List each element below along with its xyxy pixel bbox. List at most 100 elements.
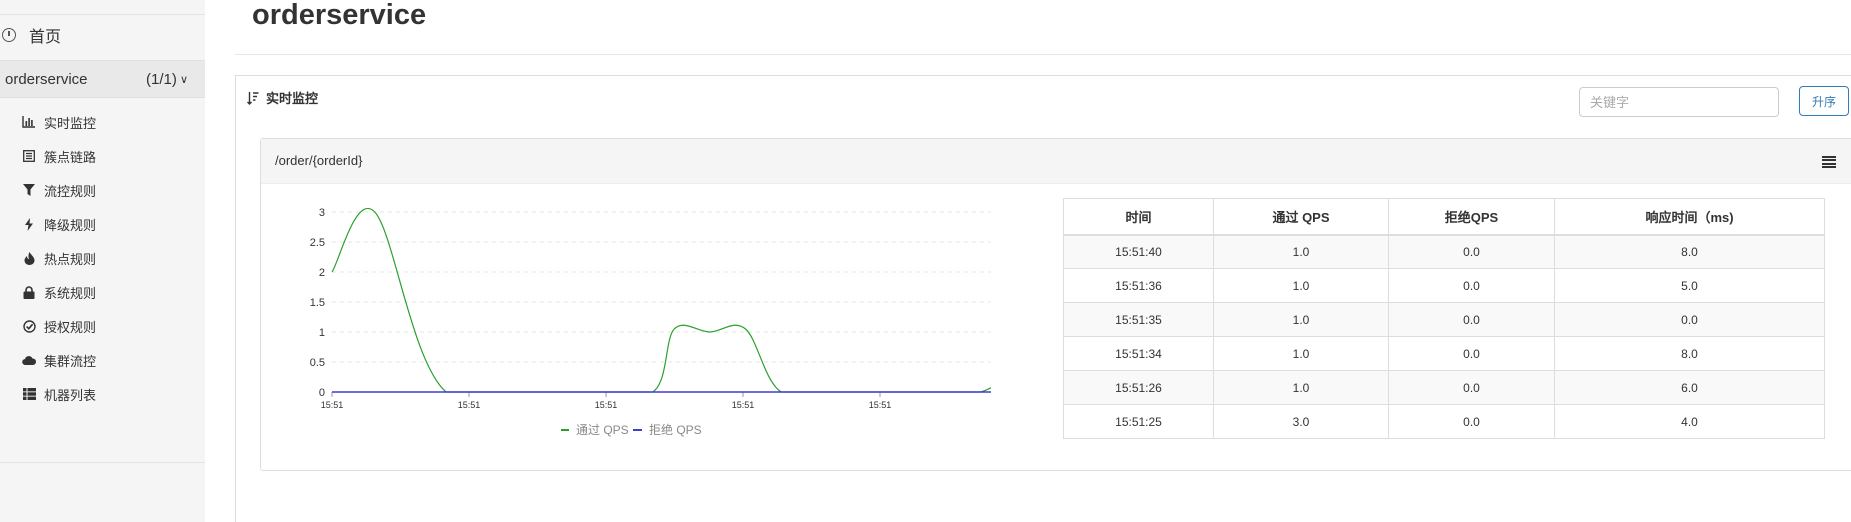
cell-pass-qps: 1.0 <box>1213 370 1389 405</box>
sidebar-item-machine-list[interactable]: 机器列表 <box>0 377 205 411</box>
x-tick-label: 15:51 <box>732 400 755 410</box>
fire-icon <box>22 251 36 265</box>
resource-card: /order/{orderId} 3 2.5 2 1.5 1 0.5 0 15:51 15:51… <box>260 138 1851 471</box>
dashboard-icon <box>2 28 16 42</box>
cell-rt: 6.0 <box>1554 370 1825 405</box>
legend-pass-qps: 通过 QPS <box>576 423 629 437</box>
sidebar: 首页 orderservice (1/1) ∨ 实时监控 簇点链路 流控规则 降… <box>0 0 205 522</box>
cloud-icon <box>22 353 36 367</box>
table-row: 15:51:25 3.0 0.0 4.0 <box>1063 404 1825 439</box>
cell-time: 15:51:36 <box>1063 268 1214 303</box>
app-name: orderservice <box>5 70 88 88</box>
sidebar-item-degrade-rules[interactable]: 降级规则 <box>0 207 205 241</box>
qps-line-chart: 32.521.510.5015:5115:5115:5115:5115:5115… <box>310 207 991 437</box>
panel-title: 实时监控 <box>266 91 319 106</box>
keyword-search-input[interactable] <box>1579 87 1779 117</box>
cell-block-qps: 0.0 <box>1388 234 1555 269</box>
sidebar-item-label: 授权规则 <box>44 319 97 335</box>
cell-rt: 8.0 <box>1554 336 1825 371</box>
sidebar-item-label: 流控规则 <box>44 183 97 199</box>
column-header-rt: 响应时间（ms) <box>1554 198 1825 236</box>
resource-name: /order/{orderId} <box>275 153 363 168</box>
sidebar-item-label: 系统规则 <box>44 285 97 301</box>
page-title: orderservice <box>252 0 427 31</box>
series-line-pass-qps <box>331 208 991 393</box>
cell-rt: 0.0 <box>1554 302 1825 337</box>
y-tick-label: 1 <box>319 327 325 339</box>
sidebar-app-orderservice[interactable]: orderservice (1/1) ∨ <box>0 60 205 98</box>
cell-pass-qps: 3.0 <box>1213 404 1389 439</box>
cell-rt: 8.0 <box>1554 234 1825 269</box>
table-row: 15:51:40 1.0 0.0 8.0 <box>1063 234 1825 269</box>
sidebar-item-label: 机器列表 <box>44 387 97 403</box>
sidebar-item-system-rules[interactable]: 系统规则 <box>0 275 205 309</box>
cell-time: 15:51:34 <box>1063 336 1214 371</box>
cell-block-qps: 0.0 <box>1388 268 1555 303</box>
column-header-time: 时间 <box>1063 198 1214 236</box>
column-header-block-qps: 拒绝QPS <box>1388 198 1555 236</box>
column-header-pass-qps: 通过 QPS <box>1213 198 1389 236</box>
sidebar-item-label: 降级规则 <box>44 217 97 233</box>
cell-rt: 4.0 <box>1554 404 1825 439</box>
list-icon <box>22 149 36 163</box>
y-tick-label: 2 <box>319 267 325 279</box>
cell-block-qps: 0.0 <box>1388 404 1555 439</box>
sidebar-home-label: 首页 <box>29 29 62 46</box>
sidebar-item-label: 集群流控 <box>44 353 97 369</box>
panel-header: 实时监控 <box>247 88 318 107</box>
table-row: 15:51:26 1.0 0.0 6.0 <box>1063 370 1825 405</box>
lock-icon <box>22 285 36 299</box>
table-row: 15:51:35 1.0 0.0 0.0 <box>1063 302 1825 337</box>
sidebar-item-label: 簇点链路 <box>44 149 97 165</box>
legend-block-qps: 拒绝 QPS <box>649 422 702 437</box>
table-header-row: 时间 通过 QPS 拒绝QPS 响应时间（ms) <box>1063 198 1825 236</box>
qps-table: 时间 通过 QPS 拒绝QPS 响应时间（ms) 15:51:40 1.0 0.0 8… <box>1063 198 1825 439</box>
sidebar-item-cluster-flow[interactable]: 集群流控 <box>0 343 205 377</box>
sort-ascending-button[interactable]: 升序 <box>1799 86 1849 116</box>
flash-icon <box>22 217 36 231</box>
cell-time: 15:51:26 <box>1063 370 1214 405</box>
cell-pass-qps: 1.0 <box>1213 268 1389 303</box>
y-tick-label: 0.5 <box>310 357 325 369</box>
cell-pass-qps: 1.0 <box>1213 336 1389 371</box>
sidebar-divider <box>0 462 205 463</box>
x-tick-label: 15:51 <box>458 400 481 410</box>
cell-block-qps: 0.0 <box>1388 302 1555 337</box>
sidebar-item-auth-rules[interactable]: 授权规则 <box>0 309 205 343</box>
sidebar-item-flow-rules[interactable]: 流控规则 <box>0 173 205 207</box>
x-tick-label: 15:51 <box>595 400 618 410</box>
sort-amount-icon <box>247 91 259 105</box>
sidebar-divider <box>0 14 205 15</box>
cell-pass-qps: 1.0 <box>1213 234 1389 269</box>
sidebar-item-resource-chain[interactable]: 簇点链路 <box>0 139 205 173</box>
x-tick-label: 15:51 <box>321 400 344 410</box>
bar-chart-icon <box>22 115 36 129</box>
y-tick-label: 1.5 <box>310 297 325 309</box>
table-row: 15:51:36 1.0 0.0 5.0 <box>1063 268 1825 303</box>
cell-pass-qps: 1.0 <box>1213 302 1389 337</box>
sidebar-item-realtime-monitor[interactable]: 实时监控 <box>0 105 205 139</box>
th-list-icon <box>22 387 36 401</box>
cell-time: 15:51:40 <box>1063 234 1214 269</box>
filter-icon <box>22 183 36 197</box>
cell-time: 15:51:25 <box>1063 404 1214 439</box>
app-root: 首页 orderservice (1/1) ∨ 实时监控 簇点链路 流控规则 降… <box>0 0 1851 522</box>
chevron-down-icon: ∨ <box>180 74 189 86</box>
cell-block-qps: 0.0 <box>1388 336 1555 371</box>
x-tick-label: 15:51 <box>869 400 892 410</box>
check-circle-icon <box>22 319 36 333</box>
table-row: 15:51:34 1.0 0.0 8.0 <box>1063 336 1825 371</box>
y-tick-label: 2.5 <box>310 237 325 249</box>
y-tick-label: 0 <box>319 387 325 399</box>
sidebar-item-label: 实时监控 <box>44 115 97 131</box>
sidebar-item-hotspot-rules[interactable]: 热点规则 <box>0 241 205 275</box>
y-tick-label: 3 <box>319 207 325 219</box>
resource-card-header: /order/{orderId} <box>261 139 1851 184</box>
sidebar-item-home[interactable]: 首页 <box>0 20 205 50</box>
cell-time: 15:51:35 <box>1063 302 1214 337</box>
app-instance-count: (1/1) <box>146 70 177 88</box>
menu-icon[interactable] <box>1822 156 1836 168</box>
cell-rt: 5.0 <box>1554 268 1825 303</box>
header-divider <box>235 54 1851 55</box>
monitor-panel: 实时监控 升序 /order/{orderId} 32.521.510.5015… <box>235 75 1851 522</box>
